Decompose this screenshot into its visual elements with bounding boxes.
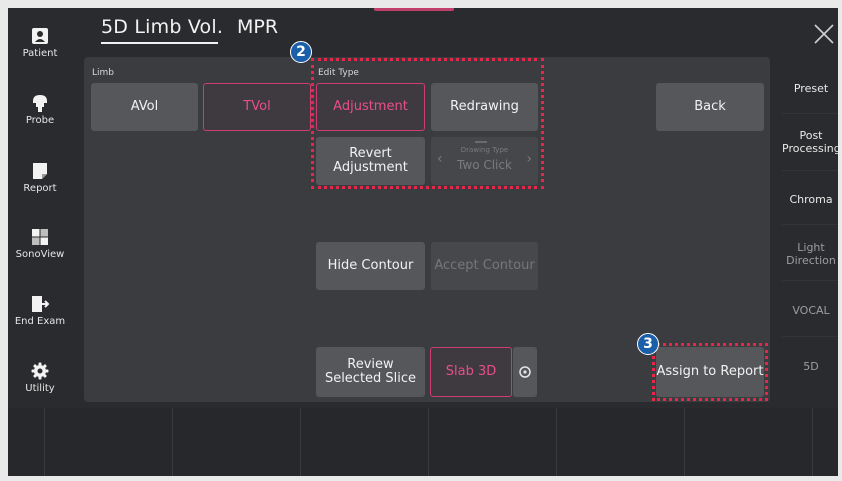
right-item-preset[interactable]: Preset [782, 82, 840, 95]
slab-settings-button[interactable] [513, 347, 537, 397]
frame-top [0, 0, 842, 8]
sidebar-label: End Exam [14, 316, 66, 327]
sidebar-item-end-exam[interactable]: End Exam [8, 294, 72, 327]
right-item-chroma[interactable]: Chroma [782, 193, 840, 206]
sidebar-label: Patient [22, 48, 58, 59]
divider [782, 224, 838, 225]
divider [782, 170, 838, 171]
sidebar-label: Utility [25, 383, 55, 394]
sidebar-item-patient[interactable]: Patient [8, 26, 72, 59]
avol-button[interactable]: AVol [91, 83, 198, 131]
tab-5d-limb-vol[interactable]: 5D Limb Vol. [101, 16, 223, 38]
frame-left [0, 0, 8, 481]
frame-bottom [0, 476, 842, 481]
tab-mpr[interactable]: MPR [237, 16, 278, 38]
review-selected-slice-button[interactable]: Review Selected Slice [316, 347, 425, 397]
accept-contour-button[interactable]: Accept Contour [431, 242, 538, 290]
callout-marker-3: 3 [637, 333, 659, 355]
end-exam-icon [32, 296, 50, 312]
section-label-limb: Limb [92, 68, 114, 78]
sonoview-icon [32, 229, 48, 245]
patient-icon [32, 28, 48, 44]
divider [172, 408, 173, 476]
sidebar-item-utility[interactable]: Utility [8, 361, 72, 394]
close-icon[interactable] [812, 22, 836, 46]
left-sidebar: Patient Probe Report SonoView End Exam U… [8, 8, 72, 408]
tvol-button[interactable]: TVol [203, 83, 311, 131]
slab-3d-button[interactable]: Slab 3D [430, 347, 512, 397]
probe-icon [33, 95, 47, 112]
top-accent-bar [374, 8, 454, 11]
bottom-strip [8, 408, 838, 476]
callout-highlight-edit-type [311, 58, 544, 189]
divider [300, 408, 301, 476]
report-icon [33, 163, 47, 179]
active-tab-underline [101, 42, 218, 44]
sidebar-label: Report [23, 183, 57, 194]
sidebar-item-report[interactable]: Report [8, 161, 72, 194]
sidebar-item-probe[interactable]: Probe [8, 93, 72, 126]
divider [556, 408, 557, 476]
sidebar-label: SonoView [15, 249, 65, 260]
divider [44, 408, 45, 476]
divider [782, 280, 838, 281]
gear-icon [31, 362, 49, 380]
right-item-vocal[interactable]: VOCAL [782, 304, 840, 317]
divider [428, 408, 429, 476]
divider [812, 408, 813, 476]
right-item-light-direction[interactable]: Light Direction [782, 241, 840, 267]
callout-marker-2: 2 [290, 41, 312, 63]
divider [782, 113, 838, 114]
back-button[interactable]: Back [656, 83, 764, 131]
settings-icon [519, 366, 531, 378]
divider [684, 408, 685, 476]
sidebar-item-sonoview[interactable]: SonoView [8, 227, 72, 260]
divider [782, 336, 838, 337]
sidebar-label: Probe [25, 115, 55, 126]
right-item-post-processing[interactable]: Post Processing [782, 129, 841, 155]
hide-contour-button[interactable]: Hide Contour [316, 242, 425, 290]
callout-highlight-assign [652, 343, 768, 401]
right-item-5d[interactable]: 5D [782, 360, 840, 373]
